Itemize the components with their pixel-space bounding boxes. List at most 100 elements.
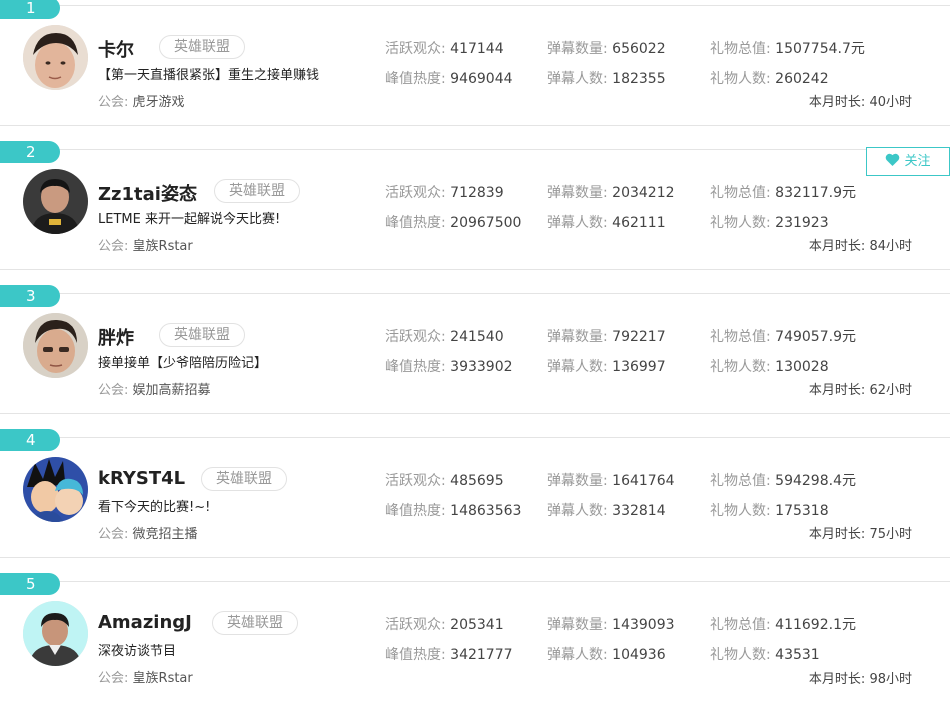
card-divider (0, 5, 950, 6)
card-divider (0, 293, 950, 294)
hours-label: 本月时长: (808, 95, 866, 110)
stat-peak-heat: 峰值热度: 20967500 (385, 212, 521, 232)
card-divider (0, 149, 950, 150)
stat-gift-value: 礼物总值: 832117.9元 (710, 182, 856, 202)
stat-value: 1641764 (612, 473, 675, 489)
guild-name: 皇族Rstar (132, 671, 193, 686)
stat-label: 弹幕人数: (547, 503, 608, 519)
category-tag[interactable]: 英雄联盟 (214, 179, 300, 203)
guild-info: 公会: 娱加高薪招募 (98, 379, 211, 398)
stat-value: 205341 (450, 617, 504, 633)
stat-value: 175318 (775, 503, 829, 519)
stat-value: 20967500 (450, 215, 522, 231)
stat-value: 832117.9元 (775, 185, 856, 201)
rank-badge: 1 (0, 0, 60, 19)
stat-label: 礼物总值: (710, 329, 771, 345)
stat-value: 3933902 (450, 359, 513, 375)
streamer-name[interactable]: AmazingJ (98, 612, 192, 633)
stream-title[interactable]: LETME 来开一起解说今天比赛! (98, 208, 280, 227)
stat-peak-heat: 峰值热度: 14863563 (385, 500, 521, 520)
monthly-hours: 本月时长: 40小时 (809, 91, 912, 110)
streamer-card[interactable]: 5 AmazingJ 英雄联盟 深夜访谈节目 公会: 皇族Rstar 活跃观众:… (0, 573, 950, 706)
guild-label: 公会: (98, 95, 129, 110)
avatar-young-man-icon[interactable] (23, 313, 88, 378)
stat-gift-users: 礼物人数: 231923 (710, 212, 829, 232)
follow-button[interactable]: 关注 (866, 147, 950, 176)
stream-title[interactable]: 深夜访谈节目 (98, 640, 176, 659)
streamer-card[interactable]: 4 kRYST4L 英雄联盟 看下今天的比赛!~! 公会: 微竞招主播 活跃观众… (0, 429, 950, 562)
hours-value: 98小时 (869, 672, 912, 687)
stat-label: 峰值热度: (385, 71, 446, 87)
stat-gift-users: 礼物人数: 260242 (710, 68, 829, 88)
stat-active-viewers: 活跃观众: 205341 (385, 614, 504, 634)
stat-label: 弹幕人数: (547, 215, 608, 231)
stat-value: 411692.1元 (775, 617, 856, 633)
rank-badge: 4 (0, 429, 60, 451)
avatar-man-icon[interactable] (23, 601, 88, 666)
stat-label: 活跃观众: (385, 185, 446, 201)
stat-gift-users: 礼物人数: 175318 (710, 500, 829, 520)
stat-value: 260242 (775, 71, 829, 87)
stat-value: 332814 (612, 503, 666, 519)
stream-title[interactable]: 看下今天的比赛!~! (98, 496, 210, 515)
avatar-boy-icon[interactable] (23, 25, 88, 90)
stat-danmu-count: 弹幕数量: 1439093 (547, 614, 675, 634)
hours-value: 40小时 (869, 95, 912, 110)
streamer-name[interactable]: Zz1tai姿态 (98, 180, 197, 206)
stat-value: 130028 (775, 359, 829, 375)
stat-value: 14863563 (450, 503, 522, 519)
stat-value: 231923 (775, 215, 829, 231)
streamer-name[interactable]: 卡尔 (98, 36, 134, 62)
stat-label: 弹幕人数: (547, 71, 608, 87)
stat-gift-value: 礼物总值: 749057.9元 (710, 326, 856, 346)
heart-icon (886, 153, 900, 166)
hours-label: 本月时长: (808, 527, 866, 542)
category-tag[interactable]: 英雄联盟 (212, 611, 298, 635)
stat-peak-heat: 峰值热度: 3933902 (385, 356, 513, 376)
stat-active-viewers: 活跃观众: 417144 (385, 38, 504, 58)
stat-gift-users: 礼物人数: 43531 (710, 644, 820, 664)
category-tag[interactable]: 英雄联盟 (159, 323, 245, 347)
stat-label: 弹幕数量: (547, 473, 608, 489)
guild-info: 公会: 皇族Rstar (98, 667, 193, 686)
stat-value: 1507754.7元 (775, 41, 865, 57)
stat-label: 弹幕数量: (547, 329, 608, 345)
streamer-name[interactable]: kRYST4L (98, 468, 185, 489)
card-divider (0, 557, 950, 558)
avatar-anime-icon[interactable] (23, 457, 88, 522)
stat-active-viewers: 活跃观众: 712839 (385, 182, 504, 202)
streamer-card[interactable]: 3 胖炸 英雄联盟 接单接单【少爷陪陪历险记】 公会: 娱加高薪招募 活跃观众:… (0, 285, 950, 418)
stat-danmu-count: 弹幕数量: 1641764 (547, 470, 675, 490)
card-divider (0, 413, 950, 414)
hours-value: 62小时 (869, 383, 912, 398)
stat-value: 417144 (450, 41, 504, 57)
stat-value: 241540 (450, 329, 504, 345)
streamer-card[interactable]: 1 卡尔 英雄联盟 【第一天直播很紧张】重生之接单赚钱 公会: 虎牙游戏 活跃观… (0, 0, 950, 130)
stream-title[interactable]: 接单接单【少爷陪陪历险记】 (98, 352, 267, 371)
stat-value: 104936 (612, 647, 666, 663)
category-tag[interactable]: 英雄联盟 (201, 467, 287, 491)
stat-label: 礼物人数: (710, 359, 771, 375)
streamer-name[interactable]: 胖炸 (98, 324, 134, 350)
stat-danmu-count: 弹幕数量: 792217 (547, 326, 666, 346)
stat-value: 136997 (612, 359, 666, 375)
category-tag[interactable]: 英雄联盟 (159, 35, 245, 59)
stat-peak-heat: 峰值热度: 3421777 (385, 644, 513, 664)
stat-value: 462111 (612, 215, 666, 231)
stat-value: 656022 (612, 41, 666, 57)
avatar-player-icon[interactable] (23, 169, 88, 234)
hours-label: 本月时长: (808, 383, 866, 398)
stat-label: 峰值热度: (385, 359, 446, 375)
stat-label: 礼物总值: (710, 185, 771, 201)
stat-label: 峰值热度: (385, 503, 446, 519)
stat-value: 2034212 (612, 185, 675, 201)
monthly-hours: 本月时长: 62小时 (809, 379, 912, 398)
rank-badge: 2 (0, 141, 60, 163)
guild-name: 皇族Rstar (132, 239, 193, 254)
streamer-card[interactable]: 2 Zz1tai姿态 英雄联盟 LETME 来开一起解说今天比赛! 公会: 皇族… (0, 141, 950, 274)
stat-label: 礼物总值: (710, 41, 771, 57)
stream-title[interactable]: 【第一天直播很紧张】重生之接单赚钱 (98, 64, 319, 83)
hours-label: 本月时长: (808, 239, 866, 254)
follow-label: 关注 (904, 154, 931, 169)
stat-active-viewers: 活跃观众: 241540 (385, 326, 504, 346)
